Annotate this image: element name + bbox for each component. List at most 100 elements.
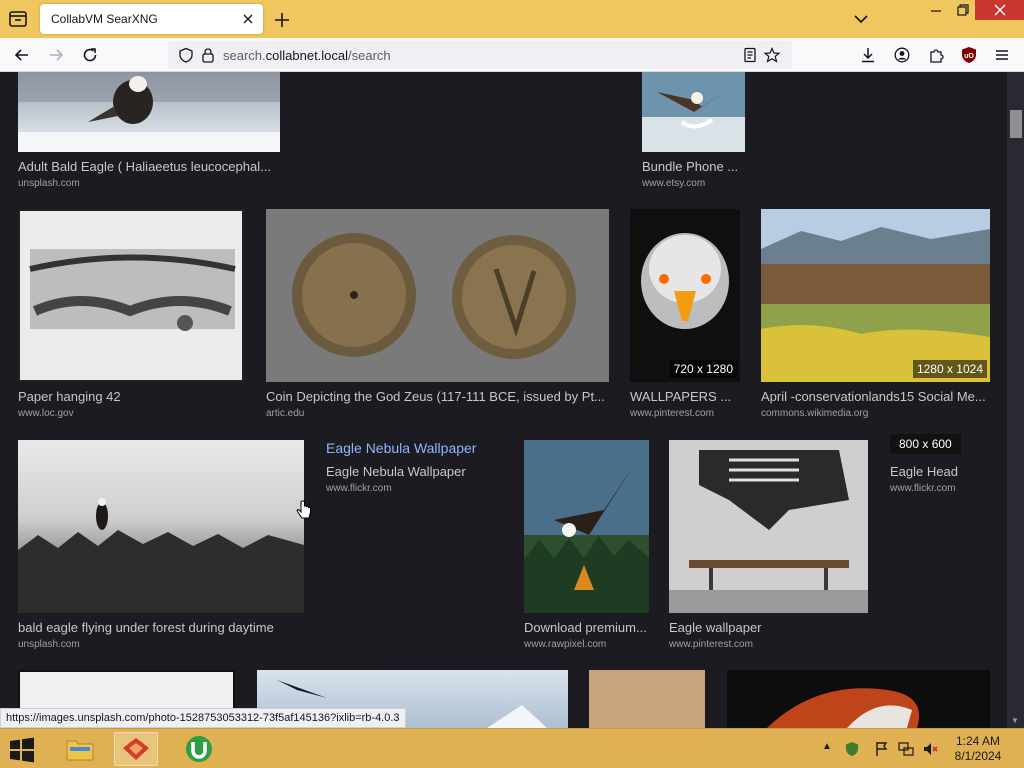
result-source: www.pinterest.com bbox=[630, 408, 714, 419]
tab-list-button[interactable] bbox=[6, 7, 30, 31]
result-thumbnail[interactable] bbox=[589, 670, 705, 728]
result-source: www.rawpixel.com bbox=[524, 639, 607, 650]
volume-muted-icon[interactable] bbox=[922, 741, 938, 757]
result-thumbnail[interactable]: 720 x 1280 bbox=[630, 209, 740, 382]
navigation-toolbar: search.collabnet.local/search uO bbox=[0, 38, 1024, 72]
result-caption[interactable]: Eagle Nebula Wallpaper bbox=[326, 464, 506, 479]
hand-cursor-icon bbox=[296, 500, 311, 519]
result-thumbnail[interactable] bbox=[642, 72, 745, 152]
tab-list-icon bbox=[9, 11, 27, 27]
result-thumbnail[interactable] bbox=[727, 670, 990, 728]
reload-button[interactable] bbox=[78, 44, 102, 66]
scroll-down-arrow-icon[interactable]: ▼ bbox=[1011, 716, 1019, 725]
hamburger-menu-icon bbox=[996, 50, 1008, 60]
result-caption[interactable]: Bundle Phone ... bbox=[642, 159, 745, 174]
app-menu-button[interactable] bbox=[990, 44, 1014, 66]
lock-icon[interactable] bbox=[200, 47, 216, 63]
close-tab-icon[interactable] bbox=[241, 12, 255, 26]
link-status-preview: https://images.unsplash.com/photo-152875… bbox=[0, 708, 406, 728]
resolution-label: 800 x 600 bbox=[890, 434, 961, 454]
result-caption[interactable]: Paper hanging 42 bbox=[18, 389, 244, 404]
browser-app-icon bbox=[123, 738, 149, 760]
result-thumbnail[interactable] bbox=[669, 440, 868, 613]
result-source: unsplash.com bbox=[18, 639, 80, 650]
taskbar: ▲ 1:24 AM 8/1/2024 bbox=[0, 728, 1024, 768]
ublock-button[interactable]: uO bbox=[957, 44, 981, 66]
back-button[interactable] bbox=[10, 44, 34, 66]
url-prefix: search. bbox=[223, 48, 266, 63]
paper-hanging-image bbox=[20, 211, 242, 380]
result-source: www.etsy.com bbox=[642, 178, 706, 189]
result-caption[interactable]: Coin Depicting the God Zeus (117-111 BCE… bbox=[266, 389, 609, 404]
taskbar-browser[interactable] bbox=[114, 732, 158, 766]
eagle-water-image bbox=[642, 87, 745, 152]
shield-icon[interactable] bbox=[178, 47, 194, 63]
minimize-icon bbox=[931, 10, 941, 12]
minimize-button[interactable] bbox=[921, 0, 951, 20]
clock-time: 1:24 AM bbox=[955, 734, 1001, 748]
result-source: www.flickr.com bbox=[326, 483, 392, 494]
result-thumbnail[interactable] bbox=[524, 440, 649, 613]
tab-title: CollabVM SearXNG bbox=[51, 12, 158, 26]
url-text[interactable]: search.collabnet.local/search bbox=[223, 48, 391, 63]
windows-logo-icon bbox=[10, 737, 34, 763]
url-host: collabnet.local bbox=[265, 48, 349, 63]
scrollbar-thumb[interactable] bbox=[1010, 110, 1022, 138]
result-caption[interactable]: Eagle Head bbox=[890, 464, 990, 479]
security-shield-icon[interactable] bbox=[844, 741, 860, 757]
result-caption[interactable]: April -conservationlands15 Social Me... bbox=[761, 389, 990, 404]
result-source: commons.wikimedia.org bbox=[761, 408, 869, 419]
eagle-face-image bbox=[641, 233, 729, 329]
ublock-origin-icon: uO bbox=[962, 47, 976, 63]
result-thumbnail[interactable] bbox=[18, 440, 304, 613]
restore-button[interactable] bbox=[948, 0, 978, 20]
downloads-button[interactable] bbox=[856, 44, 880, 66]
forward-button[interactable] bbox=[44, 44, 68, 66]
chevron-down-icon[interactable] bbox=[851, 10, 871, 28]
result-caption[interactable]: Download premium... bbox=[524, 620, 649, 635]
result-thumbnail[interactable]: 1280 x 1024 bbox=[761, 209, 990, 382]
system-clock[interactable]: 1:24 AM 8/1/2024 bbox=[950, 734, 1006, 764]
extensions-button[interactable] bbox=[924, 44, 948, 66]
account-button[interactable] bbox=[890, 44, 914, 66]
account-icon bbox=[894, 47, 910, 63]
bookmark-star-icon[interactable] bbox=[764, 47, 780, 63]
result-source: www.loc.gov bbox=[18, 408, 74, 419]
result-caption[interactable]: WALLPAPERS ... bbox=[630, 389, 740, 404]
result-thumbnail[interactable] bbox=[18, 72, 280, 152]
folder-icon bbox=[66, 740, 94, 761]
url-path: /search bbox=[348, 48, 391, 63]
result-source: artic.edu bbox=[266, 408, 305, 419]
puzzle-icon bbox=[930, 49, 944, 63]
result-source: www.pinterest.com bbox=[669, 639, 753, 650]
network-icon[interactable] bbox=[898, 741, 914, 757]
arrow-right-icon bbox=[50, 49, 64, 61]
coin-zeus-image bbox=[292, 233, 576, 359]
start-button[interactable] bbox=[8, 737, 38, 763]
new-tab-icon[interactable] bbox=[272, 10, 292, 30]
reader-view-icon[interactable] bbox=[742, 47, 758, 63]
tab-active[interactable]: CollabVM SearXNG bbox=[40, 4, 263, 34]
landscape-flowers-image bbox=[761, 209, 990, 382]
result-caption[interactable]: bald eagle flying under forest during da… bbox=[18, 620, 304, 635]
result-thumbnail[interactable] bbox=[266, 209, 609, 382]
resolution-label: 1280 x 1024 bbox=[912, 360, 987, 378]
result-caption[interactable]: Adult Bald Eagle ( Haliaeetus leucocepha… bbox=[18, 159, 280, 174]
tray-expand-icon[interactable]: ▲ bbox=[822, 741, 832, 752]
close-icon bbox=[994, 4, 1005, 16]
taskbar-file-explorer[interactable] bbox=[58, 732, 102, 766]
result-source: www.flickr.com bbox=[890, 483, 956, 494]
page-scrollbar[interactable]: ▼ bbox=[1007, 72, 1024, 728]
flag-icon[interactable] bbox=[874, 741, 890, 757]
clock-date: 8/1/2024 bbox=[954, 749, 1002, 763]
utorrent-icon bbox=[186, 736, 212, 762]
result-title-link[interactable]: Eagle Nebula Wallpaper bbox=[326, 440, 476, 456]
svg-text:uO: uO bbox=[964, 53, 974, 60]
eagle-wall-art-image bbox=[669, 440, 868, 613]
result-caption[interactable]: Eagle wallpaper bbox=[669, 620, 868, 635]
close-window-button[interactable] bbox=[975, 0, 1024, 20]
address-bar[interactable]: search.collabnet.local/search bbox=[168, 41, 792, 69]
taskbar-utorrent[interactable] bbox=[177, 732, 221, 766]
result-source: unsplash.com bbox=[18, 178, 80, 189]
result-thumbnail[interactable] bbox=[18, 209, 244, 382]
